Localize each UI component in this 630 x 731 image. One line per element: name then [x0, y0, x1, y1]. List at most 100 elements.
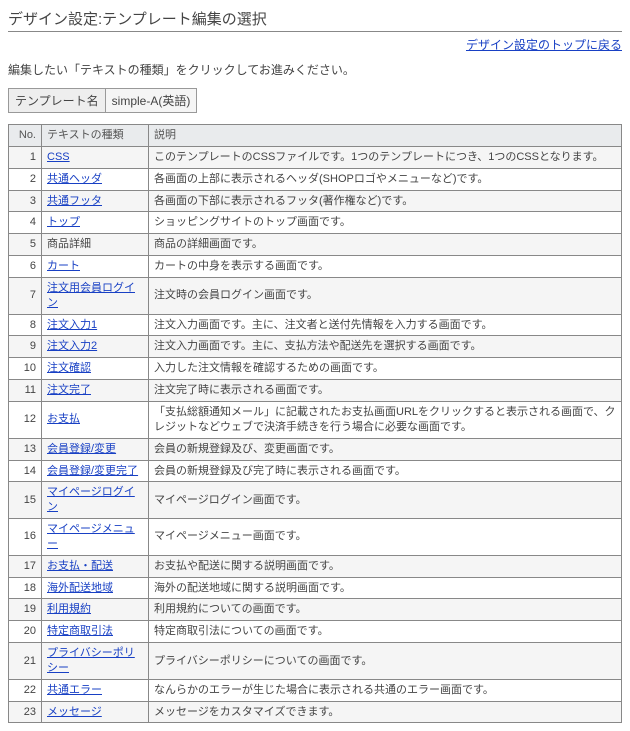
template-type-link[interactable]: 特定商取引法: [47, 625, 113, 637]
table-row: 10注文確認入力した注文情報を確認するための画面です。: [9, 358, 622, 380]
column-header-no: No.: [9, 125, 42, 147]
row-description: 各画面の下部に表示されるフッタ(著作権など)です。: [149, 190, 622, 212]
table-row: 17お支払・配送お支払や配送に関する説明画面です。: [9, 555, 622, 577]
table-row: 19利用規約利用規約についての画面です。: [9, 599, 622, 621]
table-row: 20 特定商取引法 特定商取引法についての画面です。: [9, 621, 622, 643]
page-title: デザイン設定:テンプレート編集の選択: [8, 8, 622, 29]
template-name-value: simple-A(英語): [105, 89, 197, 113]
template-type-link[interactable]: 会員登録/変更完了: [47, 465, 138, 477]
row-type-cell: カート: [42, 256, 149, 278]
table-row: 9注文入力2注文入力画面です。主に、支払方法や配送先を選択する画面です。: [9, 336, 622, 358]
table-row: 2共通ヘッダ各画面の上部に表示されるヘッダ(SHOPロゴやメニューなど)です。: [9, 168, 622, 190]
top-link-row: デザイン設定のトップに戻る: [8, 36, 622, 53]
template-type-link[interactable]: CSS: [47, 151, 70, 163]
row-description: メッセージをカスタマイズできます。: [149, 701, 622, 723]
row-type-cell: 特定商取引法: [42, 621, 149, 643]
row-description: 「支払総額通知メール」に記載されたお支払画面URLをクリックすると表示される画面…: [149, 401, 622, 438]
template-type-link[interactable]: お支払: [47, 413, 80, 425]
row-description: 入力した注文情報を確認するための画面です。: [149, 358, 622, 380]
table-row: 21プライバシーポリシープライバシーポリシーについての画面です。: [9, 643, 622, 680]
table-row: 14会員登録/変更完了会員の新規登録及び完了時に表示される画面です。: [9, 460, 622, 482]
row-type-cell: 共通エラー: [42, 679, 149, 701]
row-type-cell: 注文入力2: [42, 336, 149, 358]
row-description: 会員の新規登録及び完了時に表示される画面です。: [149, 460, 622, 482]
row-type-cell: 注文入力1: [42, 314, 149, 336]
column-header-desc: 説明: [149, 125, 622, 147]
row-number: 3: [9, 190, 42, 212]
row-type-cell: 注文用会員ログイン: [42, 277, 149, 314]
template-type-link[interactable]: お支払・配送: [47, 560, 113, 572]
row-number: 16: [9, 519, 42, 556]
template-type-link[interactable]: 利用規約: [47, 603, 91, 615]
table-row: 7注文用会員ログイン注文時の会員ログイン画面です。: [9, 277, 622, 314]
template-type-link[interactable]: プライバシーポリシー: [47, 647, 135, 674]
row-type-cell: 会員登録/変更完了: [42, 460, 149, 482]
row-number: 17: [9, 555, 42, 577]
table-row: 15マイページログインマイページログイン画面です。: [9, 482, 622, 519]
row-description: 商品の詳細画面です。: [149, 234, 622, 256]
row-description: なんらかのエラーが生じた場合に表示される共通のエラー画面です。: [149, 679, 622, 701]
table-row: 3 共通フッタ 各画面の下部に表示されるフッタ(著作権など)です。: [9, 190, 622, 212]
template-type-link[interactable]: 海外配送地域: [47, 582, 113, 594]
row-description: 海外の配送地域に関する説明画面です。: [149, 577, 622, 599]
row-type-cell: CSS: [42, 146, 149, 168]
row-number: 11: [9, 380, 42, 402]
row-number: 5: [9, 234, 42, 256]
row-type-cell: 共通フッタ: [42, 190, 149, 212]
row-type-cell: トップ: [42, 212, 149, 234]
template-name-box: テンプレート名 simple-A(英語): [8, 88, 197, 113]
row-description: このテンプレートのCSSファイルです。1つのテンプレートにつき、1つのCSSとな…: [149, 146, 622, 168]
table-row: 1CSSこのテンプレートのCSSファイルです。1つのテンプレートにつき、1つのC…: [9, 146, 622, 168]
row-number: 22: [9, 679, 42, 701]
template-type-link[interactable]: メッセージ: [47, 706, 102, 718]
template-type-link[interactable]: マイページメニュー: [47, 523, 135, 550]
row-type-cell: 注文確認: [42, 358, 149, 380]
template-type-link[interactable]: 注文用会員ログイン: [47, 282, 135, 309]
template-type-link[interactable]: トップ: [47, 216, 80, 228]
row-type-cell: 会員登録/変更: [42, 438, 149, 460]
back-to-top-link[interactable]: デザイン設定のトップに戻る: [466, 38, 622, 52]
row-type-cell: マイページメニュー: [42, 519, 149, 556]
template-type-link[interactable]: 共通フッタ: [47, 195, 102, 207]
row-number: 23: [9, 701, 42, 723]
row-number: 7: [9, 277, 42, 314]
row-description: 注文入力画面です。主に、注文者と送付先情報を入力する画面です。: [149, 314, 622, 336]
row-description: 注文時の会員ログイン画面です。: [149, 277, 622, 314]
row-type-cell: メッセージ: [42, 701, 149, 723]
row-type-cell: 注文完了: [42, 380, 149, 402]
template-type-link[interactable]: 注文入力2: [47, 340, 97, 352]
template-list-table: No. テキストの種類 説明 1CSSこのテンプレートのCSSファイルです。1つ…: [8, 124, 622, 723]
row-number: 20: [9, 621, 42, 643]
template-type-link[interactable]: カート: [47, 260, 80, 272]
template-type-link[interactable]: 共通ヘッダ: [47, 173, 102, 185]
table-row: 6カートカートの中身を表示する画面です。: [9, 256, 622, 278]
table-row: 18海外配送地域海外の配送地域に関する説明画面です。: [9, 577, 622, 599]
table-row: 11 注文完了 注文完了時に表示される画面です。: [9, 380, 622, 402]
row-description: 各画面の上部に表示されるヘッダ(SHOPロゴやメニューなど)です。: [149, 168, 622, 190]
template-type-link[interactable]: 注文入力1: [47, 319, 97, 331]
divider: [8, 31, 622, 32]
row-number: 13: [9, 438, 42, 460]
row-description: 注文入力画面です。主に、支払方法や配送先を選択する画面です。: [149, 336, 622, 358]
instruction-text: 編集したい「テキストの種類」をクリックしてお進みください。: [8, 61, 622, 78]
row-type-cell: マイページログイン: [42, 482, 149, 519]
row-number: 12: [9, 401, 42, 438]
row-description: 利用規約についての画面です。: [149, 599, 622, 621]
table-row: 8注文入力1注文入力画面です。主に、注文者と送付先情報を入力する画面です。: [9, 314, 622, 336]
row-description: ショッピングサイトのトップ画面です。: [149, 212, 622, 234]
row-type-cell: 商品詳細: [42, 234, 149, 256]
template-type-link[interactable]: 注文確認: [47, 362, 91, 374]
table-row: 23 メッセージ メッセージをカスタマイズできます。: [9, 701, 622, 723]
column-header-type: テキストの種類: [42, 125, 149, 147]
row-type-cell: 海外配送地域: [42, 577, 149, 599]
template-type-link[interactable]: 会員登録/変更: [47, 443, 116, 455]
row-type-cell: お支払: [42, 401, 149, 438]
row-description: 特定商取引法についての画面です。: [149, 621, 622, 643]
row-number: 4: [9, 212, 42, 234]
row-description: 注文完了時に表示される画面です。: [149, 380, 622, 402]
template-type-link[interactable]: 注文完了: [47, 384, 91, 396]
template-type-link[interactable]: 共通エラー: [47, 684, 102, 696]
table-row: 16マイページメニューマイページメニュー画面です。: [9, 519, 622, 556]
row-description: プライバシーポリシーについての画面です。: [149, 643, 622, 680]
template-type-link[interactable]: マイページログイン: [47, 486, 135, 513]
